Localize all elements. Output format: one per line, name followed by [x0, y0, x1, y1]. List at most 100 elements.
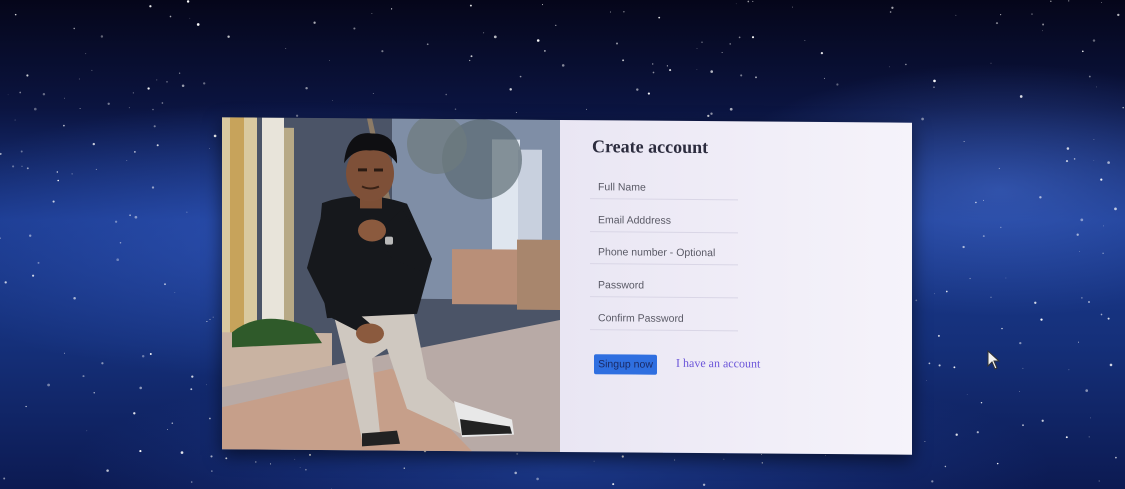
confirm-password-input[interactable] [590, 306, 738, 332]
star [14, 119, 16, 121]
star [101, 362, 104, 365]
signup-button[interactable]: Singup now [594, 354, 657, 375]
star [95, 168, 97, 170]
star [134, 215, 138, 219]
star [721, 52, 723, 53]
star [26, 167, 29, 170]
star [924, 441, 926, 442]
star [966, 394, 968, 395]
star [79, 108, 81, 109]
star [1103, 225, 1105, 227]
star [469, 4, 472, 7]
star [299, 467, 301, 469]
star [963, 141, 965, 143]
star [586, 108, 588, 110]
star [26, 74, 29, 77]
star [190, 481, 193, 483]
star [295, 114, 299, 117]
star [493, 35, 497, 39]
star [934, 293, 936, 295]
star [544, 50, 546, 52]
star [151, 186, 155, 189]
star [116, 258, 120, 262]
star [483, 32, 485, 34]
star [612, 483, 615, 486]
star [515, 111, 517, 114]
password-input[interactable] [590, 273, 738, 299]
star [710, 112, 713, 115]
star [609, 11, 611, 13]
star [955, 433, 958, 436]
star [707, 114, 710, 118]
star [92, 142, 95, 146]
star [52, 200, 55, 203]
star [615, 42, 619, 45]
star [305, 468, 307, 471]
star [998, 167, 1000, 170]
star [107, 102, 110, 105]
star [47, 383, 50, 387]
star [1092, 39, 1096, 42]
star [969, 277, 971, 280]
star [953, 366, 956, 369]
star [542, 4, 543, 6]
star [206, 320, 208, 323]
star [1081, 297, 1083, 299]
star [227, 35, 230, 38]
star [666, 65, 668, 67]
star [975, 201, 977, 204]
star [1005, 277, 1007, 279]
star [3, 477, 6, 480]
star [186, 211, 188, 213]
star [139, 450, 142, 453]
star [1022, 424, 1024, 427]
star [0, 152, 2, 155]
star [889, 11, 892, 13]
star [1107, 317, 1110, 320]
star [153, 125, 156, 128]
star [126, 160, 128, 161]
star [658, 16, 661, 19]
star [1115, 456, 1117, 459]
phone-input[interactable] [590, 240, 738, 266]
login-link[interactable]: I have an account [676, 356, 760, 372]
star [32, 274, 35, 277]
full-name-input[interactable] [590, 175, 738, 201]
star [536, 39, 540, 42]
star [1114, 207, 1117, 211]
star [166, 429, 168, 431]
star [147, 87, 150, 90]
star [129, 214, 131, 217]
star [14, 13, 17, 16]
star [1041, 419, 1044, 422]
star [933, 86, 935, 88]
star [106, 469, 109, 472]
star [980, 401, 983, 404]
star [25, 405, 27, 408]
star [1019, 95, 1023, 98]
star [141, 354, 145, 358]
star [210, 455, 213, 458]
star [636, 88, 639, 91]
star [213, 134, 217, 138]
email-input[interactable] [590, 208, 738, 234]
star [990, 296, 992, 298]
star [56, 171, 58, 173]
star [1000, 226, 1002, 229]
star [64, 97, 65, 99]
star [178, 72, 181, 74]
star [285, 48, 287, 49]
star [190, 388, 193, 391]
star [174, 292, 176, 293]
star [723, 458, 725, 460]
star [536, 477, 539, 481]
star [156, 144, 159, 147]
star [915, 299, 918, 302]
star [391, 8, 393, 10]
star [139, 386, 142, 390]
star [983, 199, 984, 201]
star [353, 27, 356, 30]
star [937, 334, 940, 337]
star [309, 453, 311, 456]
star [134, 151, 136, 153]
